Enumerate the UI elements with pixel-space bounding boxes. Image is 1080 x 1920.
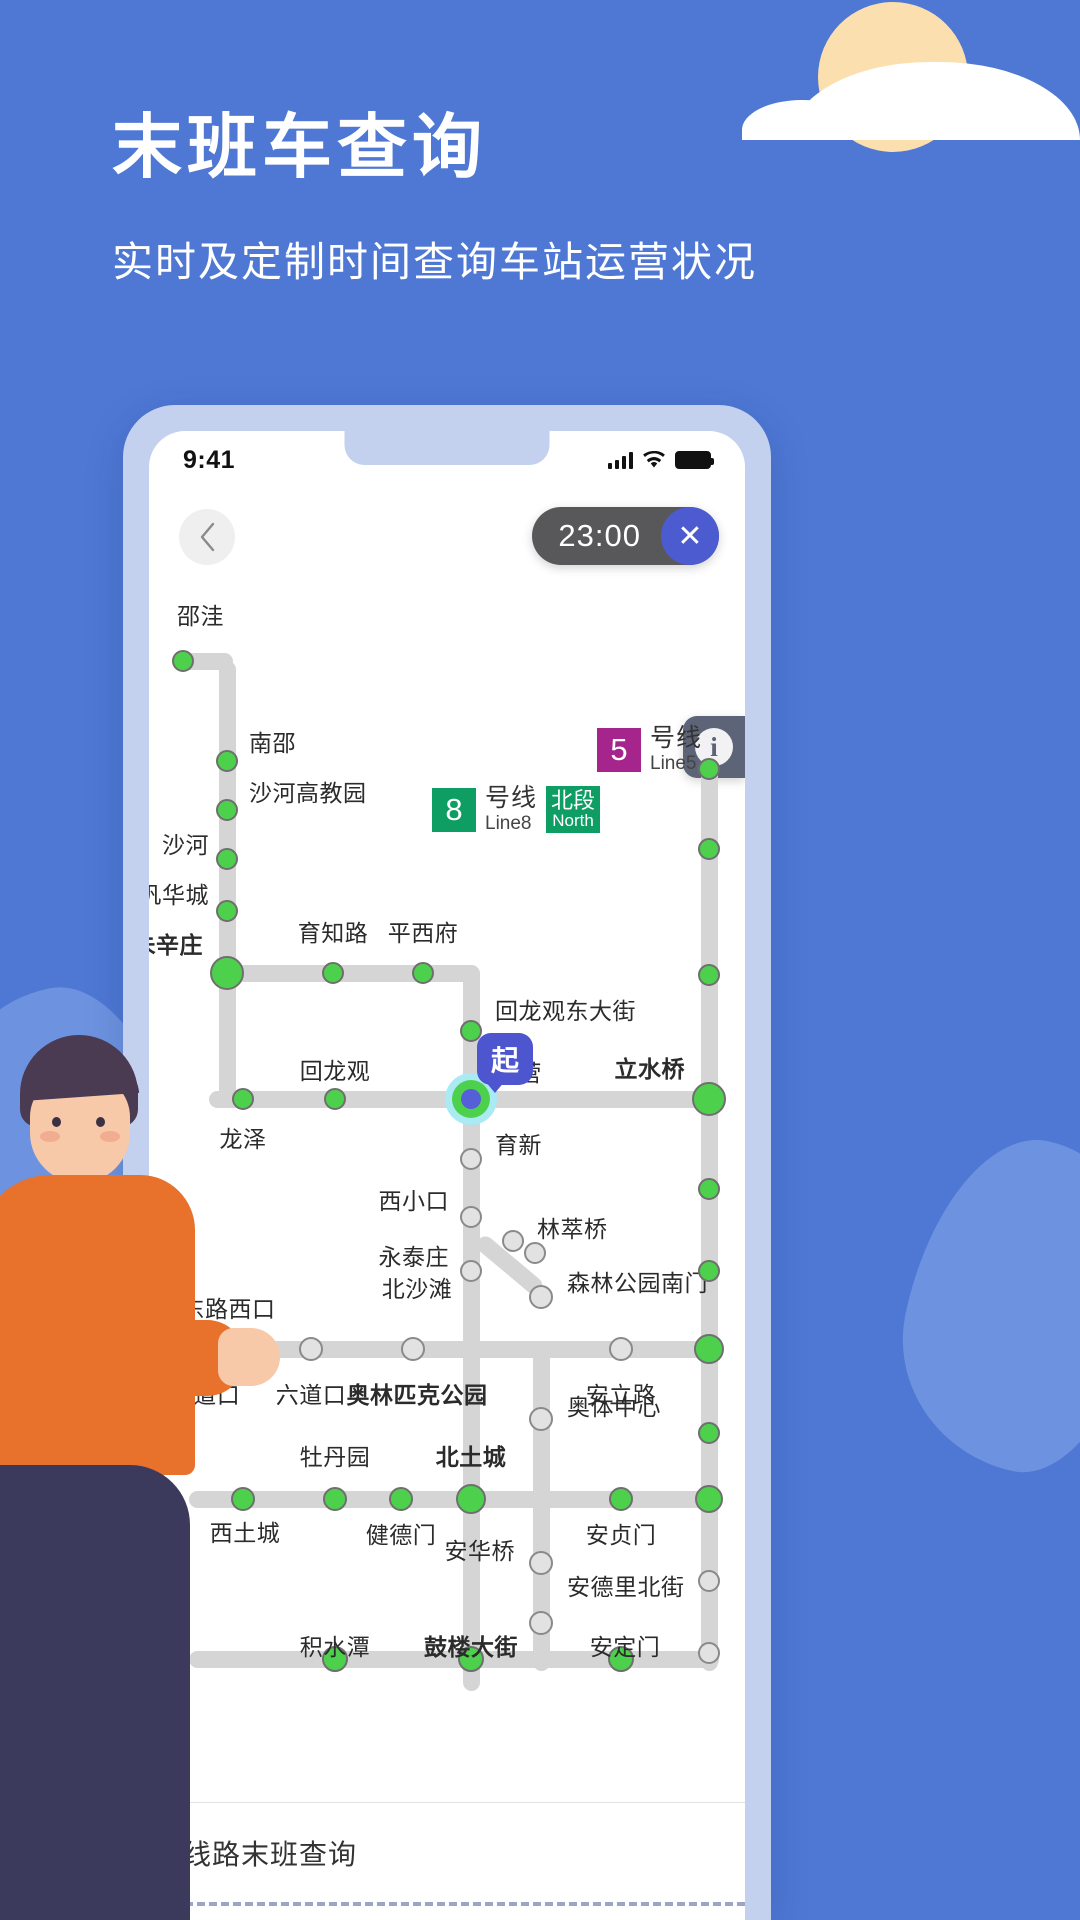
station-dot[interactable]	[401, 1337, 425, 1361]
line-badge: 5 号线 Line5	[597, 726, 702, 773]
station-dot[interactable]	[529, 1285, 553, 1309]
line-segment-cn: 北段	[551, 788, 596, 814]
station-label[interactable]: 南邵	[249, 724, 296, 758]
start-bubble: 起	[477, 1033, 533, 1093]
station-label[interactable]: 健德门	[366, 1516, 437, 1550]
person-cheek-left	[40, 1131, 60, 1142]
station-label[interactable]: 回龙观东大街	[495, 992, 636, 1026]
station-dot[interactable]	[698, 838, 720, 860]
station-label[interactable]: 立水桥	[615, 1050, 686, 1084]
station-label[interactable]: 北沙滩	[382, 1270, 453, 1304]
back-button[interactable]	[179, 509, 235, 565]
battery-icon	[675, 451, 714, 469]
station-label[interactable]: 北土城	[436, 1438, 507, 1472]
line-name-cn: 号线	[485, 784, 538, 812]
station-dot[interactable]	[698, 1570, 720, 1592]
time-filter-value: 23:00	[558, 518, 641, 553]
station-dot[interactable]	[460, 1148, 482, 1170]
station-dot[interactable]	[698, 1260, 720, 1282]
station-label[interactable]: 沙河高教园	[249, 774, 367, 808]
line-name-en: Line8	[485, 813, 532, 834]
station-label[interactable]: 森林公园南门	[567, 1264, 708, 1298]
line-number: 5	[597, 727, 641, 772]
station-dot[interactable]	[695, 1485, 723, 1513]
station-label[interactable]: 育知路	[298, 914, 369, 948]
rail-changping-east	[219, 965, 479, 982]
station-dot[interactable]	[412, 962, 434, 984]
station-dot[interactable]	[456, 1484, 486, 1514]
line-name: 号线 Line8	[485, 784, 538, 834]
person-hand	[218, 1328, 280, 1386]
station-dot[interactable]	[460, 1206, 482, 1228]
wifi-icon	[642, 451, 666, 469]
station-label[interactable]: 奥林匹克公园	[347, 1376, 488, 1410]
phone-notch	[344, 431, 550, 465]
person-eye-right	[96, 1117, 105, 1127]
station-label[interactable]: 西小口	[379, 1182, 450, 1216]
station-dot[interactable]	[529, 1407, 553, 1431]
station-dot[interactable]	[216, 750, 238, 772]
station-dot[interactable]	[694, 1334, 724, 1364]
station-dot[interactable]	[216, 848, 238, 870]
station-dot[interactable]	[529, 1611, 553, 1635]
line-name-cn: 号线	[650, 724, 703, 752]
line-name: 号线 Line5	[650, 724, 703, 774]
station-label[interactable]: 育新	[495, 1126, 542, 1160]
station-label[interactable]: 永泰庄	[379, 1238, 450, 1272]
rail-changping-vertical	[219, 661, 236, 981]
person-eye-left	[52, 1117, 61, 1127]
station-dot[interactable]	[692, 1082, 726, 1116]
line-number: 8	[432, 787, 476, 832]
station-dot[interactable]	[216, 900, 238, 922]
station-dot[interactable]	[698, 1178, 720, 1200]
page-title: 末班车查询	[112, 108, 487, 186]
rail-line5-vertical	[701, 761, 718, 1671]
station-dot[interactable]	[210, 956, 244, 990]
station-dot[interactable]	[172, 650, 194, 672]
station-dot[interactable]	[460, 1260, 482, 1282]
start-dot	[461, 1089, 481, 1109]
station-label[interactable]: 奥体中心	[567, 1388, 661, 1422]
station-label[interactable]: 鼓楼大街	[424, 1628, 518, 1662]
line-segment-en: North	[552, 811, 594, 831]
page-subtitle: 实时及定制时间查询车站运营状况	[112, 239, 757, 285]
station-label[interactable]: 安贞门	[586, 1516, 657, 1550]
line-segment-badge: 北段 North	[546, 786, 601, 833]
map-topbar: 23:00 ✕	[149, 489, 745, 581]
station-dot[interactable]	[322, 962, 344, 984]
time-filter-pill[interactable]: 23:00 ✕	[532, 507, 719, 565]
station-dot[interactable]	[698, 1642, 720, 1664]
station-dot[interactable]	[216, 799, 238, 821]
person-arm	[0, 1320, 245, 1396]
station-label[interactable]: 朱辛庄	[149, 926, 203, 960]
cellular-signal-icon	[607, 451, 633, 469]
station-label[interactable]: 巩华城	[149, 876, 209, 910]
person-cheek-right	[100, 1131, 120, 1142]
station-dot[interactable]	[502, 1230, 524, 1252]
station-dot[interactable]	[529, 1551, 553, 1575]
station-label[interactable]: 林萃桥	[537, 1210, 608, 1244]
close-icon[interactable]: ✕	[661, 507, 719, 565]
station-label[interactable]: 安定门	[590, 1628, 661, 1662]
station-label[interactable]: 安德里北街	[567, 1568, 685, 1602]
station-label[interactable]: 沙河	[162, 826, 209, 860]
status-bar: 9:41	[149, 431, 745, 489]
station-label[interactable]: 邵洼	[177, 597, 224, 631]
station-dot[interactable]	[698, 1422, 720, 1444]
station-dot[interactable]	[389, 1487, 413, 1511]
line-name-en: Line5	[650, 753, 697, 774]
station-label[interactable]: 平西府	[388, 914, 459, 948]
status-bar-time: 9:41	[183, 445, 236, 474]
chevron-left-icon	[200, 522, 215, 552]
decorative-leaf-right	[878, 1119, 1080, 1491]
station-dot[interactable]	[698, 964, 720, 986]
station-label[interactable]: 安华桥	[445, 1532, 516, 1566]
station-dot[interactable]	[609, 1487, 633, 1511]
person-legs	[0, 1465, 190, 1920]
person-illustration	[0, 1035, 330, 1920]
line-badge: 8 号线 Line8 北段 North	[432, 784, 601, 834]
station-dot[interactable]	[609, 1337, 633, 1361]
station-dot[interactable]	[524, 1242, 546, 1264]
